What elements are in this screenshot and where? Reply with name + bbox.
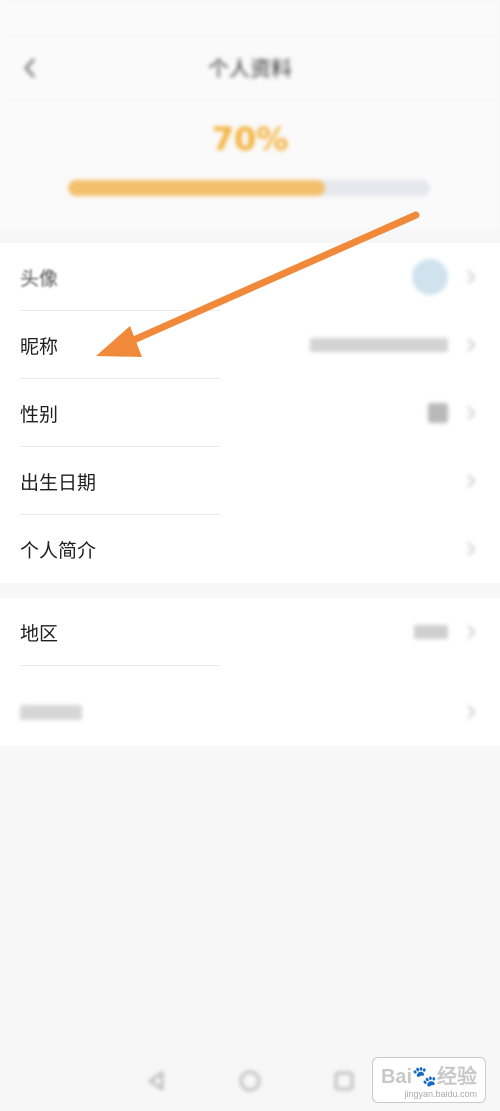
row-bio-label: 个人简介 bbox=[20, 539, 97, 562]
watermark-main: Bai🐾经验 bbox=[380, 1066, 477, 1088]
row-birthday[interactable]: 出生日期 bbox=[0, 447, 500, 515]
baidu-jingyan-watermark: Bai🐾经验 jingyan.baidu.com bbox=[371, 1057, 486, 1103]
row-gender[interactable]: 性别 bbox=[0, 379, 500, 447]
row-third[interactable] bbox=[0, 678, 500, 746]
chevron-right-icon bbox=[467, 270, 476, 284]
chevron-right-icon bbox=[467, 474, 476, 488]
row-avatar-label: 头像 bbox=[20, 267, 59, 290]
page-title: 个人资料 bbox=[208, 57, 292, 81]
extra-info-list: 地区 bbox=[0, 598, 500, 746]
gender-value-placeholder bbox=[428, 403, 448, 423]
region-value bbox=[414, 598, 448, 666]
row-nickname-label: 昵称 bbox=[20, 335, 59, 358]
profile-completion: 70% bbox=[0, 100, 500, 230]
chevron-left-icon[interactable] bbox=[20, 56, 42, 80]
row-third-label-placeholder bbox=[20, 704, 82, 720]
region-value-placeholder bbox=[414, 625, 448, 639]
completion-progress-bar bbox=[68, 180, 430, 196]
chevron-right-icon bbox=[467, 542, 476, 556]
row-avatar[interactable]: 头像 bbox=[0, 243, 500, 311]
completion-percent: 70% bbox=[211, 120, 289, 158]
chevron-right-icon bbox=[467, 705, 476, 719]
square-recents-icon[interactable] bbox=[333, 1070, 355, 1092]
row-gender-label: 性别 bbox=[20, 403, 59, 426]
chevron-right-icon bbox=[467, 338, 476, 352]
nickname-value bbox=[310, 311, 448, 379]
status-bar bbox=[0, 0, 500, 36]
circle-home-icon[interactable] bbox=[238, 1069, 262, 1093]
row-region-label: 地区 bbox=[20, 622, 59, 645]
chevron-right-icon bbox=[467, 625, 476, 639]
watermark-box: Bai🐾经验 jingyan.baidu.com bbox=[371, 1057, 486, 1103]
completion-text: 70% bbox=[0, 120, 500, 158]
gender-value bbox=[428, 379, 448, 447]
top-nav-bar: 个人资料 bbox=[0, 36, 500, 100]
chevron-right-icon bbox=[467, 406, 476, 420]
avatar-value bbox=[412, 243, 448, 311]
row-bio[interactable]: 个人简介 bbox=[0, 515, 500, 583]
triangle-back-icon[interactable] bbox=[145, 1070, 167, 1092]
nickname-value-placeholder bbox=[310, 338, 448, 352]
completion-progress-fill bbox=[68, 180, 326, 196]
row-region[interactable]: 地区 bbox=[0, 598, 500, 666]
row-nickname[interactable]: 昵称 bbox=[0, 311, 500, 379]
avatar bbox=[412, 259, 448, 295]
row-birthday-label: 出生日期 bbox=[20, 471, 97, 494]
profile-info-list: 头像 昵称 性别 出生日期 个人简介 bbox=[0, 243, 500, 583]
divider bbox=[20, 665, 220, 666]
watermark-sub: jingyan.baidu.com bbox=[404, 1089, 477, 1099]
